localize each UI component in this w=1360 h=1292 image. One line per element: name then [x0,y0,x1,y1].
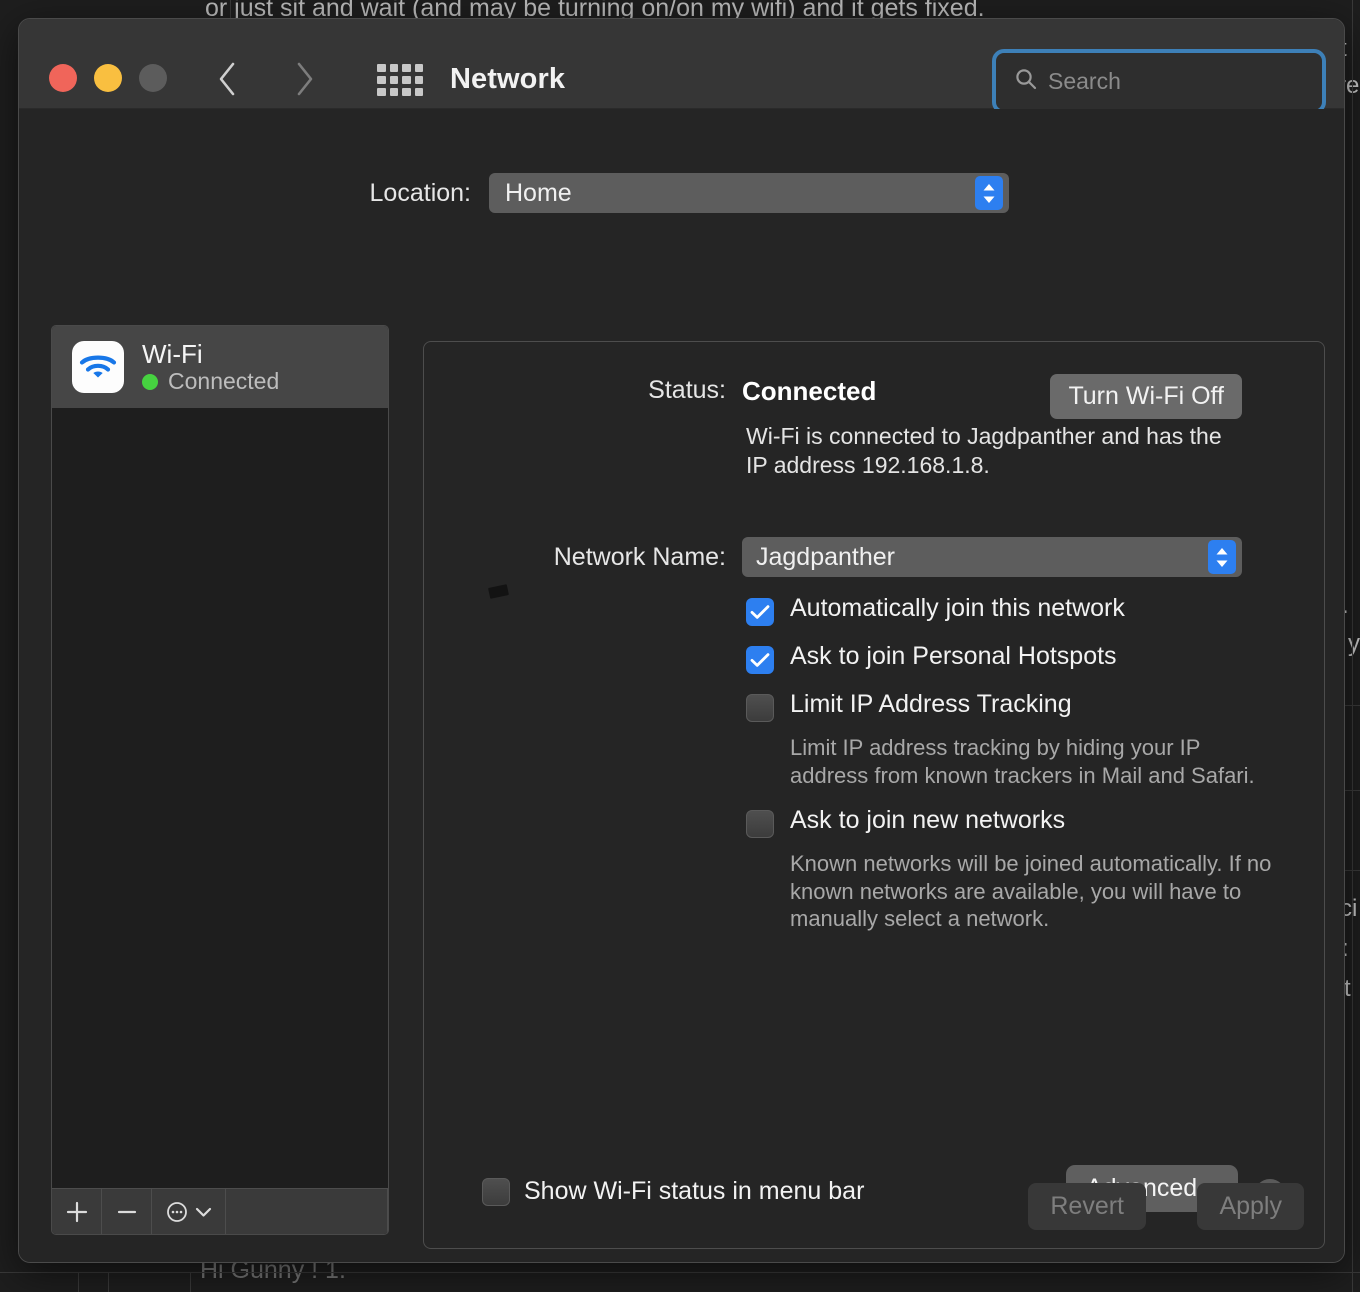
sidebar-toolbar-filler [226,1189,388,1234]
checkbox-row-show-status-menu-bar[interactable]: Show Wi-Fi status in menu bar [482,1177,864,1206]
sidebar-toolbar [52,1188,388,1234]
wifi-icon [72,341,124,393]
action-menu-button[interactable] [152,1189,226,1234]
zoom-button[interactable] [139,64,167,92]
location-value: Home [505,178,572,207]
background-fragment: y [1348,630,1360,657]
window-titlebar: Network [19,19,1344,114]
background-divider [108,1272,109,1292]
back-chevron-icon[interactable] [205,52,249,106]
background-divider [230,0,231,18]
background-divider [78,1272,79,1292]
background-divider [0,1272,1360,1273]
chevron-down-icon [195,1207,212,1217]
checkbox-personal-hotspots[interactable] [746,646,774,674]
location-row: Location: Home [19,173,1344,213]
turn-wifi-off-button[interactable]: Turn Wi-Fi Off [1050,374,1242,419]
checkbox-row-limit-ip-tracking[interactable]: Limit IP Address Tracking [746,690,1072,722]
location-dropdown[interactable]: Home [489,173,1009,213]
remove-service-button[interactable] [102,1189,152,1234]
sidebar-item-status-label: Connected [168,367,280,394]
background-fragment: t [1344,975,1351,1002]
network-services-list: Wi-Fi Connected [52,326,388,1188]
checkbox-row-auto-join[interactable]: Automatically join this network [746,594,1125,626]
location-label: Location: [369,178,471,207]
network-preferences-window: Network Location: Home [18,18,1345,1263]
network-services-sidebar: Wi-Fi Connected [51,325,389,1235]
apply-button[interactable]: Apply [1197,1183,1304,1230]
search-field[interactable] [992,49,1344,114]
add-service-button[interactable] [52,1189,102,1234]
forward-chevron-icon[interactable] [283,52,327,106]
all-preferences-grid-icon[interactable] [377,64,423,96]
location-stepper-arrows-icon[interactable] [975,176,1003,210]
checkbox-label-personal-hotspots: Ask to join Personal Hotspots [790,642,1117,670]
minimize-button[interactable] [94,64,122,92]
checkbox-auto-join[interactable] [746,598,774,626]
checkbox-label-show-status-menu-bar: Show Wi-Fi status in menu bar [524,1177,865,1205]
search-input[interactable] [1048,68,1344,95]
status-label: Status: [648,376,726,404]
background-divider [1352,0,1353,1292]
network-name-label: Network Name: [553,542,726,571]
ellipsis-circle-icon [167,1201,187,1222]
search-icon [1014,67,1038,96]
checkbox-row-ask-new-networks[interactable]: Ask to join new networks [746,806,1065,838]
background-divider [190,1272,191,1292]
checkbox-label-auto-join: Automatically join this network [790,594,1125,622]
checkbox-label-ask-new-networks: Ask to join new networks [790,806,1066,834]
help-text-limit-ip-tracking: Limit IP address tracking by hiding your… [790,735,1255,788]
network-name-value: Jagdpanther [756,542,896,571]
revert-button[interactable]: Revert [1028,1183,1146,1230]
network-name-row: Network Name: Jagdpanther [424,537,1324,577]
page-title: Network [450,63,566,95]
checkbox-row-personal-hotspots[interactable]: Ask to join Personal Hotspots [746,642,1117,674]
wifi-detail-panel: Status: Connected Turn Wi-Fi Off Wi-Fi i… [423,341,1325,1249]
sidebar-item-label: Wi-Fi [142,338,203,369]
sidebar-item-text: Wi-Fi Connected [142,338,280,395]
network-name-dropdown[interactable]: Jagdpanther [742,537,1242,577]
help-text-ask-new-networks: Known networks will be joined automatica… [790,851,1272,931]
sidebar-item-status: Connected [142,367,280,395]
window-body: Location: Home Wi-Fi Connected Status: C… [19,109,1344,1262]
checkbox-label-limit-ip-tracking: Limit IP Address Tracking [790,690,1072,718]
checkbox-show-status-menu-bar[interactable] [482,1177,510,1206]
status-description: Wi-Fi is connected to Jagdpanther and ha… [746,423,1222,478]
checkbox-ask-new-networks[interactable] [746,810,774,838]
sidebar-item-wifi[interactable]: Wi-Fi Connected [52,326,388,408]
checkbox-limit-ip-tracking[interactable] [746,694,774,722]
network-name-stepper-arrows-icon[interactable] [1208,540,1236,574]
status-value: Connected [742,376,877,406]
close-button[interactable] [49,64,77,92]
status-indicator-dot [142,373,158,390]
